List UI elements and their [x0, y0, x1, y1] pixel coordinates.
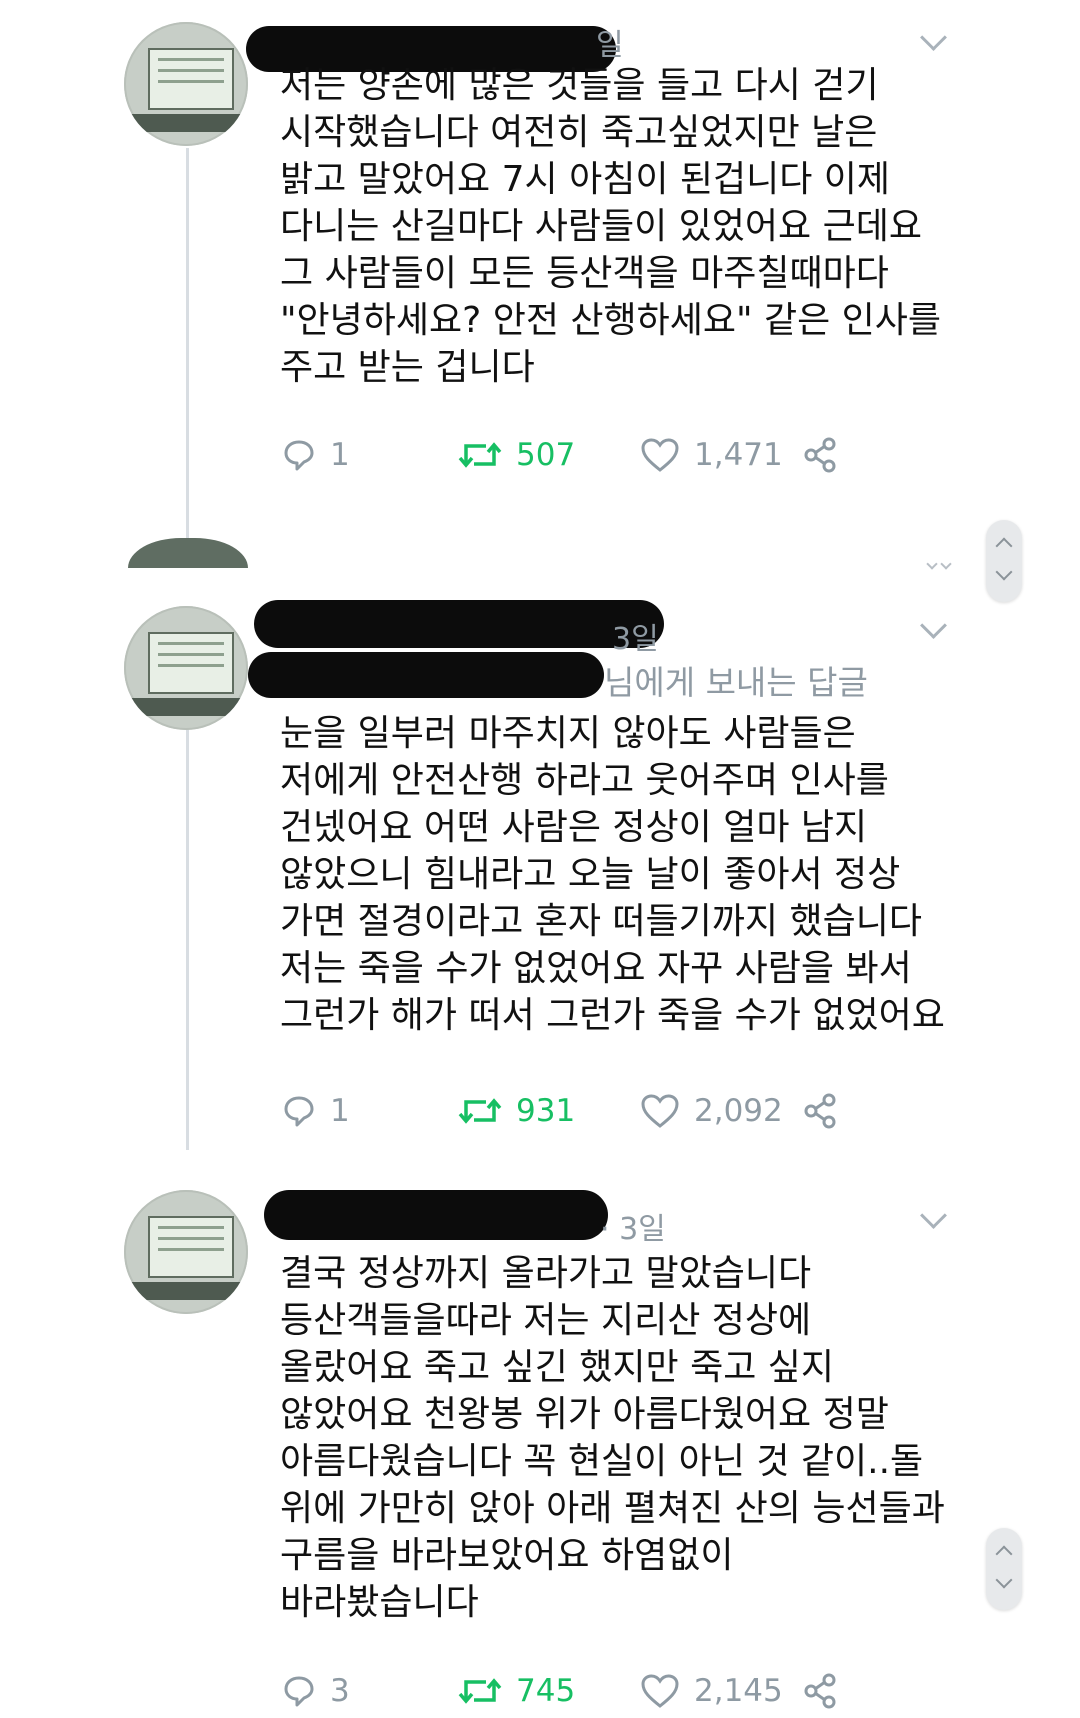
tweet-time: 일	[596, 28, 624, 63]
chevron-down-icon[interactable]	[920, 1202, 947, 1229]
share-nodes-icon	[804, 1673, 836, 1709]
like-count: 1,471	[694, 437, 783, 473]
reply-button[interactable]: 1	[282, 430, 350, 480]
like-button[interactable]: 2,145	[640, 1666, 783, 1716]
reply-count: 3	[330, 1673, 350, 1709]
share-button[interactable]	[802, 430, 838, 480]
retweet-count: 745	[516, 1673, 576, 1709]
thread-line	[186, 148, 189, 538]
heart-outline-icon	[641, 438, 679, 472]
speech-bubble-icon	[284, 440, 314, 471]
tweet-text: 저는 양손에 많은 것들을 들고 다시 걷기 시작했습니다 여전히 죽고싶었지만…	[280, 65, 942, 388]
retweet-count: 931	[516, 1093, 576, 1129]
reply-count: 1	[330, 437, 350, 473]
collapse-icon	[926, 558, 938, 570]
share-nodes-icon	[804, 437, 836, 473]
tweet-actions: 1 507 1,471	[282, 430, 882, 480]
tweet-text: 눈을 일부러 마주치지 않아도 사람들은 저에게 안전산행 하라고 웃어주며 인…	[280, 713, 945, 1036]
thread-line	[186, 690, 189, 1150]
retweet-arrows-icon	[458, 442, 502, 468]
scroll-handle[interactable]	[986, 1528, 1022, 1610]
speech-bubble-icon	[284, 1096, 314, 1127]
chevron-down-icon[interactable]	[920, 612, 947, 639]
redacted-reply-target	[248, 652, 604, 698]
retweet-count: 507	[516, 437, 576, 473]
retweet-button[interactable]: 931	[458, 1086, 575, 1136]
like-count: 2,145	[694, 1673, 783, 1709]
like-button[interactable]: 1,471	[640, 430, 783, 480]
reply-button[interactable]: 1	[282, 1086, 350, 1136]
reply-to-label: 님에게 보내는 답글	[604, 663, 868, 702]
retweet-arrows-icon	[458, 1098, 502, 1124]
tweet-actions: 3 745 2,145	[282, 1666, 882, 1716]
redacted-username	[264, 1190, 608, 1240]
redacted-username	[254, 600, 664, 648]
like-count: 2,092	[694, 1093, 783, 1129]
speech-bubble-icon	[284, 1676, 314, 1707]
scroll-handle[interactable]	[986, 520, 1022, 602]
avatar[interactable]	[124, 1190, 248, 1314]
share-nodes-icon	[804, 1093, 836, 1129]
heart-outline-icon	[641, 1094, 679, 1128]
retweet-arrows-icon	[458, 1678, 502, 1704]
retweet-button[interactable]: 745	[458, 1666, 575, 1716]
avatar[interactable]	[124, 606, 248, 730]
heart-outline-icon	[641, 1674, 679, 1708]
share-button[interactable]	[802, 1086, 838, 1136]
avatar-partial	[128, 538, 248, 568]
chevron-down-icon[interactable]	[920, 24, 947, 51]
tweet-time: · 3일	[600, 1212, 666, 1247]
like-button[interactable]: 2,092	[640, 1086, 783, 1136]
retweet-button[interactable]: 507	[458, 430, 575, 480]
avatar[interactable]	[124, 22, 248, 146]
collapse-icon	[940, 558, 952, 570]
tweet-time: 3일	[612, 622, 659, 657]
share-button[interactable]	[802, 1666, 838, 1716]
tweet-text: 결국 정상까지 올라가고 말았습니다 등산객들을따라 저는 지리산 정상에 올랐…	[280, 1253, 945, 1623]
tweet-actions: 1 931 2,092	[282, 1086, 882, 1136]
reply-count: 1	[330, 1093, 350, 1129]
reply-button[interactable]: 3	[282, 1666, 350, 1716]
